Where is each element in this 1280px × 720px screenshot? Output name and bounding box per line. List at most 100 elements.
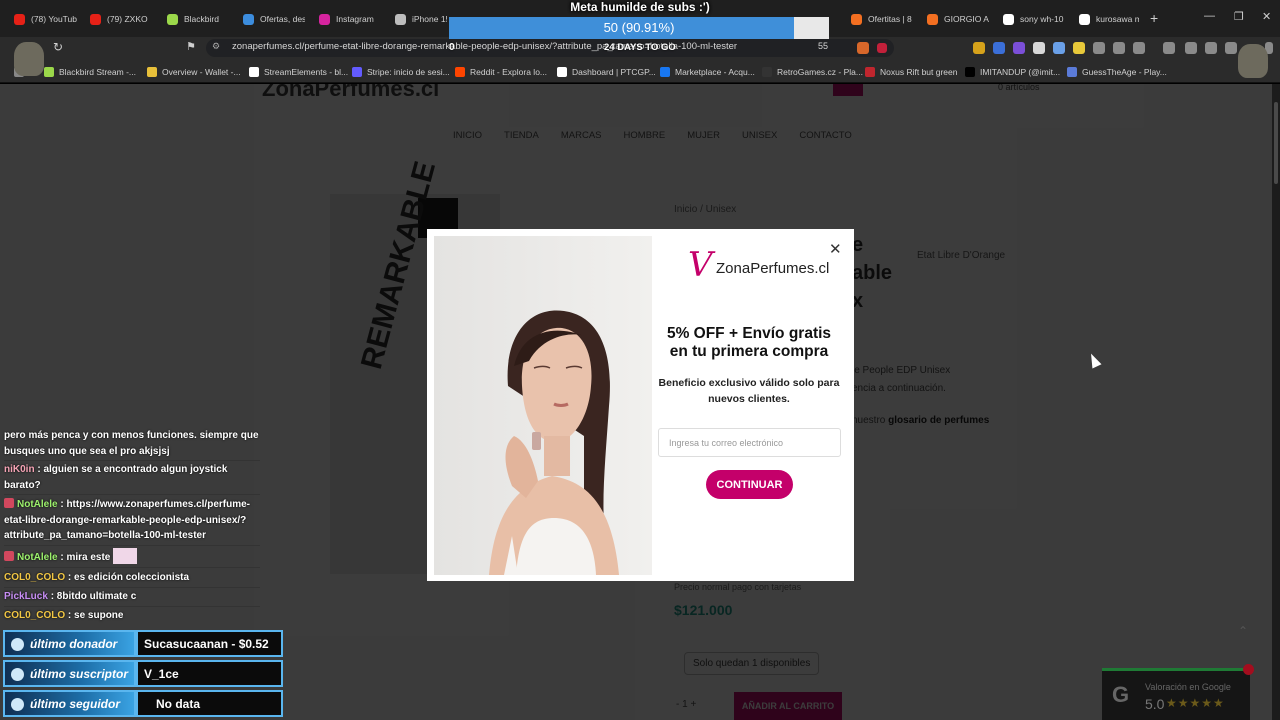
- sidebar-icon[interactable]: [1185, 42, 1197, 54]
- site-info-icon[interactable]: ⚙: [212, 41, 220, 52]
- close-modal-icon[interactable]: ✕: [829, 240, 842, 258]
- continue-button[interactable]: CONTINUAR: [706, 470, 793, 499]
- flame-icon: [927, 13, 938, 25]
- email-field[interactable]: [658, 428, 841, 457]
- tab-youtube[interactable]: (78) YouTub: [14, 8, 78, 30]
- bookmark-stripe[interactable]: Stripe: inicio de sesi...: [352, 65, 450, 79]
- chat-message: pero más penca y con menos funciones. si…: [4, 430, 259, 457]
- gamepad-icon: [762, 67, 772, 77]
- extension-icon[interactable]: [1093, 42, 1105, 54]
- close-window-icon[interactable]: ✕: [1262, 10, 1271, 23]
- sub-goal-start: 0: [449, 42, 455, 53]
- bookmark-wallet[interactable]: Overview - Wallet -...: [147, 65, 241, 79]
- extension-icon[interactable]: [973, 42, 985, 54]
- modal-title: 5% OFF + Envío gratis en tu primera comp…: [666, 325, 832, 360]
- wallet-icon[interactable]: [1205, 42, 1217, 54]
- nav-hombre[interactable]: HOMBRE: [624, 130, 666, 141]
- leo-icon[interactable]: [1225, 42, 1237, 54]
- flame-icon: [851, 13, 862, 25]
- reload-icon[interactable]: ↻: [53, 40, 63, 54]
- alert-label: último suscriptor: [3, 660, 136, 687]
- modal-logo-text: ZonaPerfumes.cl: [716, 260, 830, 277]
- noxus-icon: [865, 67, 875, 77]
- extension-icon[interactable]: [1133, 42, 1145, 54]
- cart-button[interactable]: [833, 84, 863, 96]
- tab-sony[interactable]: sony wh-10: [1003, 8, 1065, 30]
- puzzle-icon[interactable]: [1113, 42, 1125, 54]
- breadcrumb[interactable]: Inicio / Unisex: [674, 204, 736, 215]
- chat-divider: [4, 587, 260, 588]
- alert-last-subscriber: último suscriptor V_1ce: [3, 660, 283, 687]
- nav-inicio[interactable]: INICIO: [453, 130, 482, 141]
- bookmark-streamelements[interactable]: StreamElements - bl...: [249, 65, 348, 79]
- tab-instagram[interactable]: Instagram: [319, 8, 385, 30]
- alert-value: V_1ce: [136, 660, 283, 687]
- nav-marcas[interactable]: MARCAS: [561, 130, 602, 141]
- bookmark-imitandup[interactable]: IMITANDUP (@imit...: [965, 65, 1060, 79]
- product-desc: encia a continuación.: [852, 383, 946, 394]
- alert-value: No data: [136, 690, 283, 717]
- nav-unisex[interactable]: UNISEX: [742, 130, 777, 141]
- tab-youtube-2[interactable]: (79) ZXKO: [90, 8, 154, 30]
- site-nav: INICIO TIENDA MARCAS HOMBRE MUJER UNISEX…: [453, 130, 852, 141]
- chat-divider: [4, 494, 260, 495]
- mascot-image: [1238, 44, 1268, 78]
- heart-icon: [11, 698, 24, 711]
- coin-icon: [11, 638, 24, 651]
- sub-goal-title: Meta humilde de subs :'): [570, 0, 710, 14]
- tab-giorgio[interactable]: GIORGIO A: [927, 8, 989, 30]
- extension-icon[interactable]: [1013, 42, 1025, 54]
- extension-icon[interactable]: [1033, 42, 1045, 54]
- google-g-icon: G: [1112, 682, 1130, 707]
- game-icon: [1067, 67, 1077, 77]
- alert-label: último seguidor: [3, 690, 136, 717]
- scroll-top-chevron-icon[interactable]: ⌃: [1238, 624, 1248, 638]
- minimize-icon[interactable]: —: [1204, 10, 1215, 22]
- wallet-icon: [147, 67, 157, 77]
- chat-username: NotAlele: [17, 552, 58, 563]
- extension-icon[interactable]: [993, 42, 1005, 54]
- screen: (78) YouTub (79) ZXKO Blackbird Ofertas,…: [0, 0, 1280, 720]
- site-logo[interactable]: ZonaPerfumes.cl: [262, 84, 439, 102]
- restore-icon[interactable]: ❐: [1234, 10, 1244, 23]
- price-note: Precio normal pago con tarjetas: [674, 582, 802, 592]
- extension-icon[interactable]: [1163, 42, 1175, 54]
- youtube-icon: [90, 13, 101, 25]
- bookmark-retrogames[interactable]: RetroGames.cz - Pla...: [762, 65, 863, 79]
- brave-rewards-icon[interactable]: [877, 43, 887, 53]
- bookmark-marketplace[interactable]: Marketplace - Acqu...: [660, 65, 755, 79]
- bookmark-icon[interactable]: ⚑: [186, 40, 196, 53]
- bookmark-noxus[interactable]: Noxus Rift but green: [865, 65, 957, 79]
- tab-kurosawa[interactable]: kurosawa m: [1079, 8, 1139, 30]
- chat-username: COL0_COLO: [4, 572, 66, 583]
- brave-shield-icon[interactable]: [857, 42, 869, 54]
- extension-icon[interactable]: [1073, 42, 1085, 54]
- stock-badge: Solo quedan 1 disponibles: [684, 652, 820, 675]
- bookmark-reddit[interactable]: Reddit - Explora lo...: [455, 65, 547, 79]
- nav-tienda[interactable]: TIENDA: [504, 130, 539, 141]
- mascot-image: [14, 42, 44, 76]
- new-tab-plus-icon[interactable]: +: [1150, 10, 1158, 26]
- bookmark-blackbird[interactable]: Blackbird Stream -...: [44, 65, 136, 79]
- bookmark-dashboard[interactable]: Dashboard | PTCGP...: [557, 65, 656, 79]
- product-brand[interactable]: Etat Libre D'Orange: [917, 250, 1005, 261]
- nav-mujer[interactable]: MUJER: [687, 130, 720, 141]
- add-to-cart-button[interactable]: AÑADIR AL CARRITO: [734, 692, 842, 720]
- extension-icon[interactable]: [1053, 42, 1065, 54]
- nav-contacto[interactable]: CONTACTO: [799, 130, 851, 141]
- chat-divider: [4, 545, 260, 546]
- scrollbar-thumb[interactable]: [1274, 102, 1278, 184]
- glossary-link[interactable]: glosario de perfumes: [888, 415, 989, 426]
- tab-iphone[interactable]: iPhone 15: [395, 8, 447, 30]
- quantity-stepper[interactable]: - 1 +: [676, 699, 730, 710]
- tab-ofertas[interactable]: Ofertas, des: [243, 8, 305, 30]
- tab-ofertitas[interactable]: Ofertitas | 8: [851, 8, 913, 30]
- bookmark-guesstheage[interactable]: GuessTheAge - Play...: [1067, 65, 1167, 79]
- chat-username: PickLuck: [4, 591, 48, 602]
- chat-emote: [113, 548, 138, 564]
- chat-badge-icon: [4, 498, 14, 508]
- product-desc: le People EDP Unisex: [852, 365, 951, 376]
- blackbird-icon: [44, 67, 54, 77]
- tab-blackbird[interactable]: Blackbird: [167, 8, 229, 30]
- close-badge-icon[interactable]: [1243, 664, 1254, 675]
